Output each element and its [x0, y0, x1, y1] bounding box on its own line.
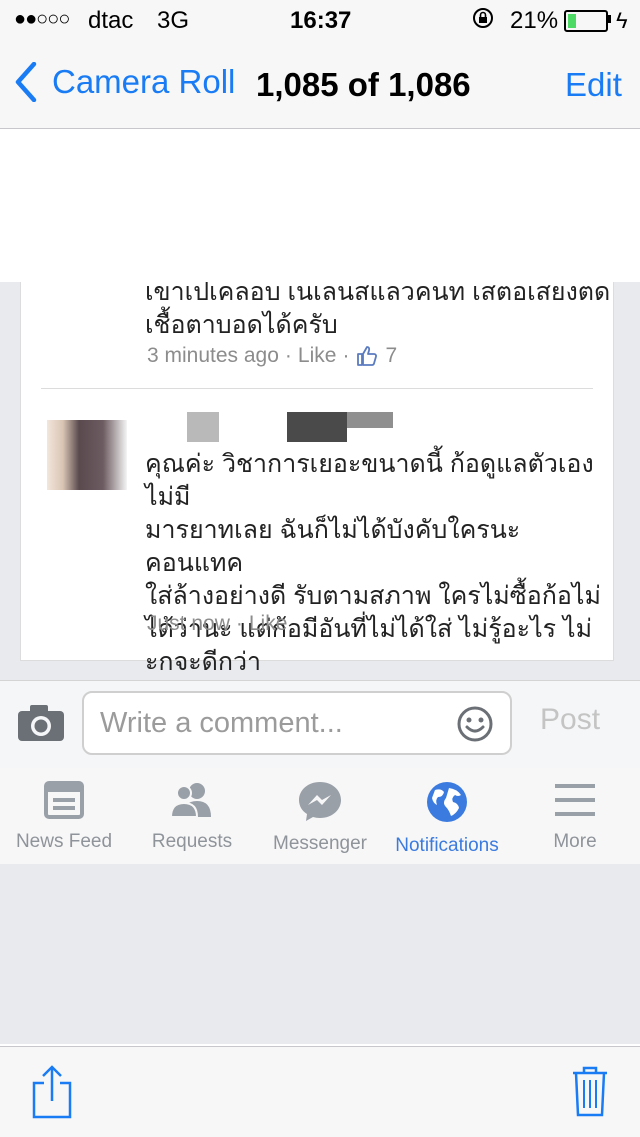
- back-button[interactable]: Camera Roll: [14, 62, 235, 102]
- carrier-name: dtac: [88, 7, 134, 34]
- edit-button[interactable]: Edit: [565, 66, 622, 104]
- rotation-lock-icon: [473, 8, 493, 28]
- page-title: 1,085 of 1,086: [256, 66, 471, 103]
- comment-time: Just now: [147, 612, 230, 635]
- back-label: Camera Roll: [52, 63, 236, 100]
- tab-label: More: [553, 831, 597, 852]
- camera-icon[interactable]: [16, 703, 66, 743]
- like-count: 7: [385, 344, 398, 367]
- comment-meta: 3 minutes ago · Like · 7: [147, 344, 398, 368]
- commenter-name[interactable]: [147, 410, 397, 446]
- emoji-icon[interactable]: [456, 705, 494, 743]
- messenger-icon: [299, 782, 341, 821]
- facebook-tab-bar: News Feed Requests Messenger Notificatio…: [0, 768, 640, 864]
- comment-text: เขาเปเคลอบ เนเลนสแลวคนท เสตอเสยงตด เชื้อ…: [145, 276, 610, 342]
- comment-line: คุณค่ะ วิชาการเยอะขนาดนี้ ก้อดูแลตัวเอง …: [145, 450, 594, 511]
- comment-time: 3 minutes ago: [147, 344, 279, 367]
- charging-icon: ϟ: [616, 8, 628, 33]
- signal-strength: ●●○○○: [14, 8, 70, 30]
- chevron-left-icon: [15, 62, 37, 102]
- tab-news-feed[interactable]: News Feed: [0, 780, 128, 853]
- comment-composer: Write a comment... Post: [0, 680, 640, 770]
- tab-messenger[interactable]: Messenger: [256, 780, 384, 855]
- status-bar: ●●○○○ dtac 3G 16:37 21% ϟ: [0, 0, 640, 40]
- post-button[interactable]: Post: [540, 703, 600, 737]
- comments-panel: เขาเปเคลอบ เนเลนสแลวคนท เสตอเสยงตด เชื้อ…: [20, 278, 614, 676]
- comment-line: ใส่ล้างอย่างดี รับตามสภาพ ใครไม่ซื้อก้อไ…: [145, 582, 601, 610]
- comment-input[interactable]: Write a comment...: [82, 691, 512, 755]
- bottom-toolbar: [0, 1046, 640, 1137]
- tab-label: Notifications: [395, 835, 499, 856]
- network-type: 3G: [157, 7, 190, 34]
- battery-icon: [564, 10, 608, 32]
- comment-line: เขาเปเคลอบ เนเลนสแลวคนท เสตอเสยงตด: [145, 278, 611, 306]
- like-link[interactable]: Like: [249, 612, 288, 636]
- tab-requests[interactable]: Requests: [128, 780, 256, 853]
- clock: 16:37: [290, 7, 352, 34]
- globe-icon: [427, 782, 467, 822]
- comment-meta: Just now · Like: [147, 612, 288, 636]
- tab-label: Requests: [151, 831, 233, 852]
- menu-icon: [555, 784, 595, 816]
- comment-line: มารยาทเลย ฉันก็ไม่ได้บังคับใครนะ คอนแทค: [145, 516, 521, 577]
- like-link[interactable]: Like: [298, 344, 337, 368]
- thumbs-up-icon: [357, 346, 378, 366]
- friend-requests-icon: [169, 783, 211, 818]
- comment-divider: [41, 388, 593, 389]
- tab-label: Messenger: [273, 833, 367, 854]
- comment-line: ะกจะดีกว่า: [145, 648, 262, 676]
- battery-level: [568, 14, 576, 28]
- tab-label: News Feed: [15, 831, 113, 852]
- tab-more[interactable]: More: [511, 780, 639, 853]
- battery-percent: 21%: [510, 7, 559, 34]
- comment-text: คุณค่ะ วิชาการเยอะขนาดนี้ ก้อดูแลตัวเอง …: [145, 448, 613, 679]
- comment-placeholder: Write a comment...: [100, 707, 343, 739]
- comment-line: เชื้อตาบอดได้ครับ: [145, 311, 338, 339]
- trash-icon[interactable]: [570, 1065, 610, 1117]
- nav-bar: Camera Roll 1,085 of 1,086 Edit: [0, 40, 640, 129]
- battery-nub: [608, 15, 611, 23]
- avatar[interactable]: [47, 420, 127, 490]
- tab-notifications[interactable]: Notifications: [383, 780, 511, 857]
- news-feed-icon: [44, 781, 84, 819]
- photo-content[interactable]: เขาเปเคลอบ เนเลนสแลวคนท เสตอเสยงตด เชื้อ…: [0, 278, 640, 1044]
- share-icon[interactable]: [30, 1065, 74, 1119]
